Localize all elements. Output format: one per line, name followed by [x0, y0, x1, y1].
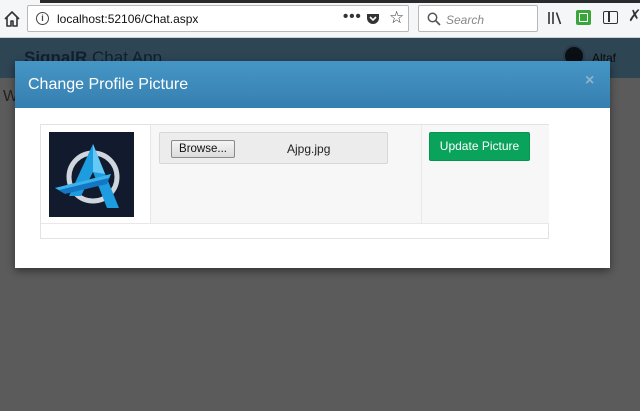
image-cell	[41, 125, 151, 224]
info-icon[interactable]: i	[36, 12, 49, 25]
tools-icon[interactable]: ✗	[628, 6, 640, 26]
url-text[interactable]: localhost:52106/Chat.aspx	[57, 12, 198, 26]
sidebar-icon[interactable]	[603, 11, 618, 24]
search-icon	[427, 12, 441, 26]
library-icon[interactable]	[547, 11, 563, 25]
file-cell: Browse... Ajpg.jpg	[151, 125, 422, 224]
url-bar[interactable]: i localhost:52106/Chat.aspx ••• ☆	[27, 5, 409, 32]
page-actions-icon[interactable]: •••	[343, 8, 362, 25]
profile-form-table: Browse... Ajpg.jpg Update Picture	[40, 124, 549, 239]
profile-logo	[49, 132, 134, 217]
button-cell: Update Picture	[422, 125, 549, 224]
update-picture-button[interactable]: Update Picture	[429, 132, 530, 161]
close-icon[interactable]: ×	[585, 72, 594, 90]
change-picture-modal: Change Profile Picture × Browse... Ajpg.…	[15, 61, 610, 268]
search-bar[interactable]: Search	[418, 5, 538, 32]
search-input[interactable]: Search	[446, 13, 484, 27]
modal-title: Change Profile Picture	[28, 76, 189, 93]
tab-strip	[40, 0, 640, 3]
pocket-icon[interactable]	[366, 12, 380, 26]
file-upload-input[interactable]: Browse... Ajpg.jpg	[159, 132, 388, 164]
modal-header: Change Profile Picture ×	[15, 61, 610, 108]
bookmark-star-icon[interactable]: ☆	[389, 8, 404, 28]
home-icon[interactable]	[3, 10, 21, 28]
browse-button[interactable]: Browse...	[171, 140, 235, 158]
extension-icon[interactable]	[576, 10, 591, 25]
browser-toolbar: i localhost:52106/Chat.aspx ••• ☆ Search…	[0, 0, 640, 38]
selected-file-name: Ajpg.jpg	[287, 142, 331, 156]
